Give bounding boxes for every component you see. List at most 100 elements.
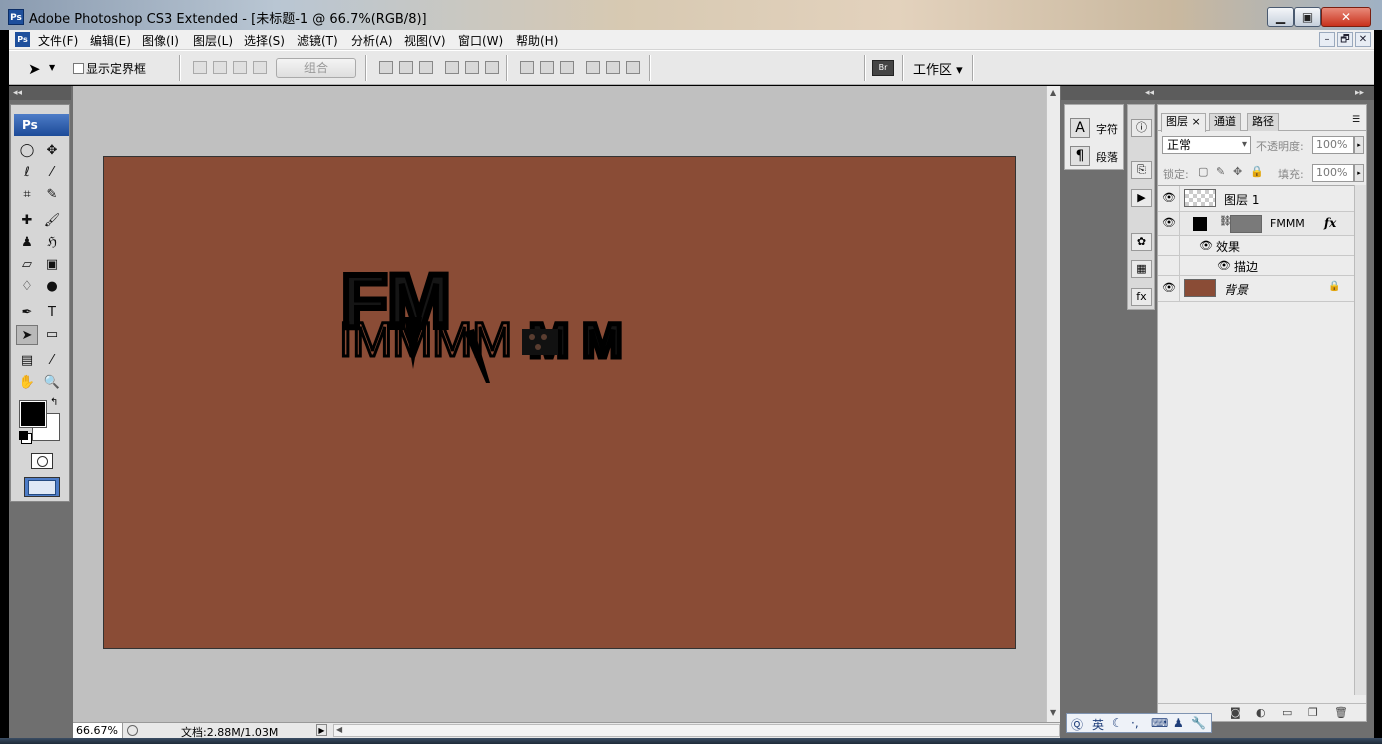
toolbox-collapse-bar[interactable]: ◂◂ xyxy=(9,86,71,100)
blur-icon[interactable]: ♢ xyxy=(16,277,38,297)
default-colors-icon[interactable] xyxy=(19,431,28,440)
notes-icon[interactable]: ▤ xyxy=(16,351,38,371)
user-icon[interactable]: ♟ xyxy=(1173,716,1184,730)
effects-row[interactable]: 👁 效果 xyxy=(1158,236,1354,256)
eye-icon[interactable]: 👁 xyxy=(1216,258,1232,274)
lock-pixels-icon[interactable]: ✎ xyxy=(1216,165,1225,178)
lasso-icon[interactable]: ℓ xyxy=(16,163,38,183)
distribute-left-icon[interactable] xyxy=(586,61,600,74)
vertical-scrollbar[interactable]: ▲ ▼ xyxy=(1046,86,1060,722)
show-bounds-checkbox[interactable] xyxy=(73,63,84,74)
styles-icon[interactable]: fx xyxy=(1131,288,1152,306)
lock-all-icon[interactable]: 🔒 xyxy=(1250,165,1264,178)
eyedropper-icon[interactable]: ⁄ xyxy=(41,351,63,371)
eye-icon[interactable]: 👁 xyxy=(1198,238,1214,254)
adjustment-layer-icon[interactable]: ◐ xyxy=(1256,706,1266,719)
align-right-icon[interactable] xyxy=(485,61,499,74)
workspace-dropdown[interactable]: 工作区 ▾ xyxy=(913,59,963,78)
fx-icon[interactable]: fx xyxy=(1324,216,1336,230)
path-select-icon[interactable]: ➤ xyxy=(16,325,38,345)
menu-layer[interactable]: 图层(L) xyxy=(193,32,233,49)
path-exclude-icon[interactable] xyxy=(253,61,267,74)
eraser-icon[interactable]: ▱ xyxy=(16,255,38,275)
distribute-hcenter-icon[interactable] xyxy=(606,61,620,74)
color-palette-icon[interactable]: ✿ xyxy=(1131,233,1152,251)
magic-wand-icon[interactable]: ⁄ xyxy=(41,163,63,183)
paragraph-panel-button[interactable]: ¶ 段落 xyxy=(1068,145,1122,167)
fill-input[interactable]: 100% xyxy=(1312,164,1354,182)
path-add-icon[interactable] xyxy=(193,61,207,74)
align-left-icon[interactable] xyxy=(445,61,459,74)
menu-help[interactable]: 帮助(H) xyxy=(516,32,558,49)
crop-icon[interactable]: ⌗ xyxy=(16,185,38,205)
tool-preset-arrow-icon[interactable]: ➤ xyxy=(28,60,41,78)
lock-position-icon[interactable]: ✥ xyxy=(1233,165,1242,178)
canvas[interactable]: FM IMMMM M M xyxy=(103,156,1016,649)
maximize-button[interactable]: ▣ xyxy=(1294,7,1321,27)
layer-row[interactable]: 👁 图层 1 xyxy=(1158,186,1354,212)
align-bottom-icon[interactable] xyxy=(419,61,433,74)
type-icon[interactable]: T xyxy=(41,303,63,323)
doc-minimize-button[interactable]: – xyxy=(1319,32,1335,47)
menu-filter[interactable]: 滤镜(T) xyxy=(297,32,338,49)
layer-row[interactable]: 👁 背景 🔒 xyxy=(1158,276,1354,302)
layer-row[interactable]: 👁 ⛓ FMMM fx xyxy=(1158,212,1354,236)
menu-image[interactable]: 图像(I) xyxy=(142,32,179,49)
tab-layers[interactable]: 图层 × xyxy=(1161,113,1206,132)
new-layer-icon[interactable]: ❐ xyxy=(1308,706,1318,719)
opacity-input[interactable]: 100% xyxy=(1312,136,1354,154)
screen-mode-icon[interactable] xyxy=(24,477,60,497)
menu-analysis[interactable]: 分析(A) xyxy=(351,32,393,49)
stamp-icon[interactable]: ♟ xyxy=(16,233,38,253)
scroll-left-icon[interactable]: ◀ xyxy=(336,725,342,734)
opacity-slider-arrow-icon[interactable]: ▸ xyxy=(1354,136,1364,154)
minimize-button[interactable]: ▁ xyxy=(1267,7,1294,27)
distribute-top-icon[interactable] xyxy=(520,61,534,74)
zoom-level[interactable]: 66.67% xyxy=(73,723,123,738)
half-width-icon[interactable]: ☾ xyxy=(1112,716,1123,730)
dodge-icon[interactable]: ● xyxy=(41,277,63,297)
distribute-bottom-icon[interactable] xyxy=(560,61,574,74)
gradient-icon[interactable]: ▣ xyxy=(41,255,63,275)
status-menu-button[interactable]: ▶ xyxy=(316,724,327,736)
layers-scrollbar[interactable] xyxy=(1354,185,1366,695)
move-icon[interactable]: ✥ xyxy=(41,141,63,161)
distribute-right-icon[interactable] xyxy=(626,61,640,74)
pen-icon[interactable]: ✒ xyxy=(16,303,38,323)
doc-restore-button[interactable]: 🗗 xyxy=(1337,32,1353,47)
menu-file[interactable]: 文件(F) xyxy=(38,32,78,49)
align-vcenter-icon[interactable] xyxy=(399,61,413,74)
bridge-button[interactable]: Br xyxy=(872,60,894,76)
character-panel-button[interactable]: A 字符 xyxy=(1068,117,1122,139)
settings-wrench-icon[interactable]: 🔧 xyxy=(1191,716,1206,730)
brush-icon[interactable]: 🖌 xyxy=(41,211,63,231)
distribute-vcenter-icon[interactable] xyxy=(540,61,554,74)
panel-menu-icon[interactable]: ☰ xyxy=(1352,115,1360,125)
eye-icon[interactable]: 👁 xyxy=(1161,190,1177,206)
close-button[interactable]: ✕ xyxy=(1321,7,1371,27)
navigator-icon[interactable]: ⎘ xyxy=(1131,161,1152,179)
menu-select[interactable]: 选择(S) xyxy=(244,32,285,49)
align-top-icon[interactable] xyxy=(379,61,393,74)
menu-edit[interactable]: 编辑(E) xyxy=(90,32,131,49)
scroll-up-icon[interactable]: ▲ xyxy=(1050,88,1056,97)
slice-icon[interactable]: ✎ xyxy=(41,185,63,205)
healing-icon[interactable]: ✚ xyxy=(16,211,38,231)
zoom-icon[interactable]: 🔍 xyxy=(41,373,63,393)
fill-slider-arrow-icon[interactable]: ▸ xyxy=(1354,164,1364,182)
path-subtract-icon[interactable] xyxy=(213,61,227,74)
ime-logo-icon[interactable]: Ⓠ xyxy=(1071,716,1083,733)
trash-icon[interactable]: 🗑 xyxy=(1334,706,1348,719)
swap-colors-icon[interactable]: ↰ xyxy=(50,397,58,408)
add-mask-icon[interactable]: ◙ xyxy=(1230,706,1241,719)
doc-close-button[interactable]: ✕ xyxy=(1355,32,1371,47)
horizontal-scrollbar[interactable]: ◀ xyxy=(333,724,1060,737)
soft-keyboard-icon[interactable]: ⌨ xyxy=(1151,716,1168,730)
shape-icon[interactable]: ▭ xyxy=(41,325,63,345)
tab-channels[interactable]: 通道 xyxy=(1209,113,1241,131)
new-group-icon[interactable]: ▭ xyxy=(1282,706,1292,719)
chevron-down-icon[interactable]: ▼ xyxy=(49,63,55,72)
punctuation-icon[interactable]: ·, xyxy=(1131,716,1139,730)
scroll-down-icon[interactable]: ▼ xyxy=(1050,708,1056,717)
effect-stroke-row[interactable]: 👁 描边 xyxy=(1158,256,1354,276)
